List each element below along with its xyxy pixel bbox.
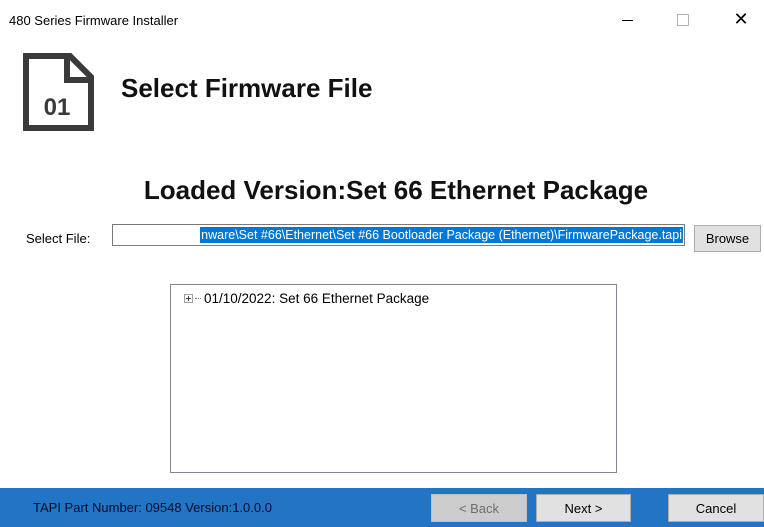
file-path-value: nware\Set #66\Ethernet\Set #66 Bootloade… bbox=[200, 227, 683, 243]
expand-icon[interactable] bbox=[184, 294, 193, 303]
part-number-info: TAPI Part Number: 09548 Version:1.0.0.0 bbox=[33, 500, 272, 515]
file-icon-text: 01 bbox=[44, 94, 71, 121]
window-title: 480 Series Firmware Installer bbox=[9, 13, 179, 28]
footer-bar: TAPI Part Number: 09548 Version:1.0.0.0 … bbox=[0, 488, 764, 527]
close-button[interactable]: ✕ bbox=[718, 0, 764, 40]
tree-item[interactable]: 01/10/2022: Set 66 Ethernet Package bbox=[184, 291, 429, 306]
title-bar: 480 Series Firmware Installer ✕ bbox=[0, 0, 764, 40]
minimize-icon bbox=[621, 19, 633, 21]
select-file-label: Select File: bbox=[26, 231, 91, 246]
next-button[interactable]: Next > bbox=[536, 494, 631, 522]
page-title: Select Firmware File bbox=[121, 73, 373, 103]
minimize-button[interactable] bbox=[604, 0, 650, 40]
back-button[interactable]: < Back bbox=[431, 494, 527, 522]
firmware-tree[interactable]: 01/10/2022: Set 66 Ethernet Package bbox=[170, 284, 617, 473]
tree-connector bbox=[195, 298, 201, 299]
tree-item-label: 01/10/2022: Set 66 Ethernet Package bbox=[204, 291, 430, 306]
maximize-icon bbox=[677, 14, 689, 26]
file-icon: 01 bbox=[23, 53, 94, 131]
file-path-input[interactable]: nware\Set #66\Ethernet\Set #66 Bootloade… bbox=[112, 224, 685, 246]
close-icon: ✕ bbox=[733, 9, 749, 30]
loaded-version-heading: Loaded Version:Set 66 Ethernet Package bbox=[143, 175, 649, 205]
cancel-button[interactable]: Cancel bbox=[668, 494, 764, 522]
browse-button[interactable]: Browse bbox=[694, 225, 761, 252]
maximize-button[interactable] bbox=[660, 0, 706, 40]
